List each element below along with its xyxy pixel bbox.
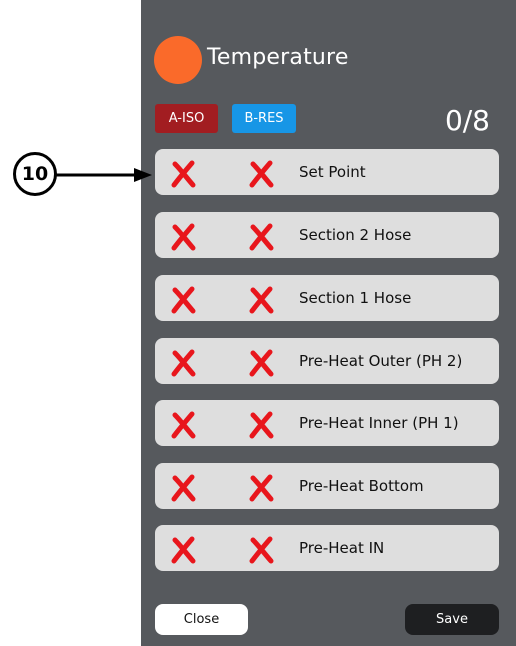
x-icon: [249, 349, 274, 377]
a-iso-badge: A-ISO: [155, 104, 218, 133]
row-label: Set Point: [299, 163, 366, 181]
row-label: Pre-Heat Inner (PH 1): [299, 414, 459, 432]
x-icon: [249, 223, 274, 251]
x-icon: [171, 286, 196, 314]
row-label: Pre-Heat IN: [299, 539, 385, 557]
callout-arrow-icon: [56, 168, 152, 182]
list-item[interactable]: Pre-Heat Inner (PH 1): [155, 400, 499, 446]
row-label: Pre-Heat Bottom: [299, 477, 424, 495]
temperature-status-dot: [154, 36, 202, 84]
x-icon: [171, 223, 196, 251]
b-res-badge: B-RES: [232, 104, 296, 133]
x-icon: [249, 474, 274, 502]
x-icon: [249, 160, 274, 188]
row-label: Section 2 Hose: [299, 226, 412, 244]
row-label: Section 1 Hose: [299, 289, 412, 307]
x-icon: [171, 536, 196, 564]
list-item[interactable]: Section 2 Hose: [155, 212, 499, 258]
list-item[interactable]: Pre-Heat Outer (PH 2): [155, 338, 499, 384]
save-button[interactable]: Save: [405, 604, 499, 635]
callout-number: 10: [13, 152, 57, 196]
x-icon: [171, 160, 196, 188]
list-item[interactable]: Section 1 Hose: [155, 275, 499, 321]
close-button[interactable]: Close: [155, 604, 248, 635]
list-item[interactable]: Pre-Heat Bottom: [155, 463, 499, 509]
list-item[interactable]: Pre-Heat IN: [155, 525, 499, 571]
x-icon: [171, 349, 196, 377]
x-icon: [171, 411, 196, 439]
row-label: Pre-Heat Outer (PH 2): [299, 352, 463, 370]
page-title: Temperature: [207, 45, 349, 70]
progress-counter: 0/8: [444, 104, 490, 137]
list-item[interactable]: Set Point: [155, 149, 499, 195]
x-icon: [171, 474, 196, 502]
x-icon: [249, 411, 274, 439]
x-icon: [249, 536, 274, 564]
x-icon: [249, 286, 274, 314]
